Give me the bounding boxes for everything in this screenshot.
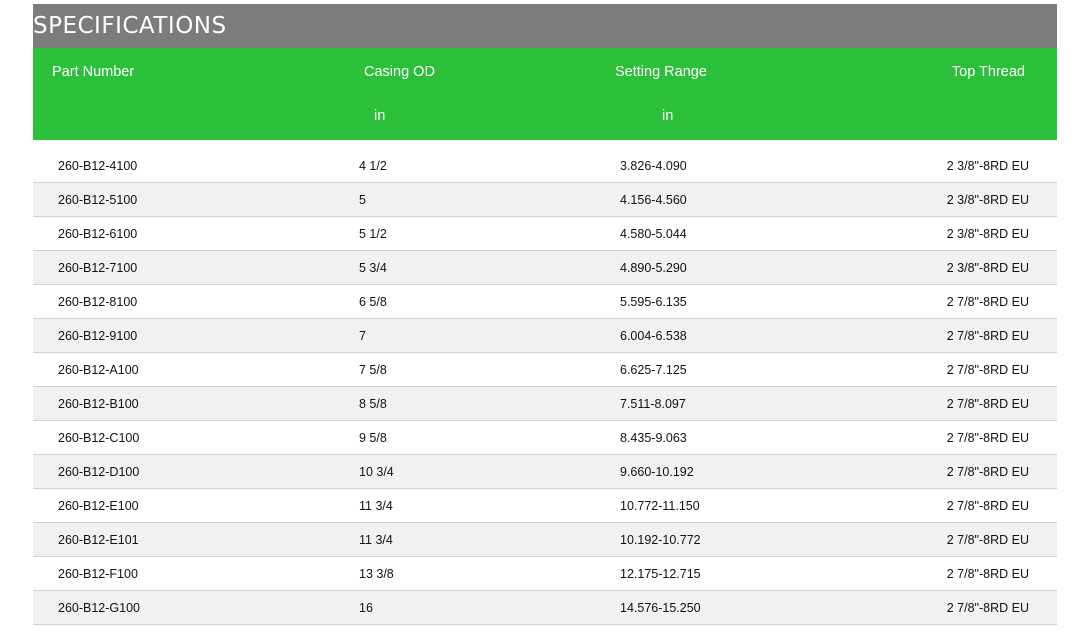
cell-setting-range: 9.660-10.192 (620, 464, 694, 479)
table-row: 260-B12-8100 6 5/8 5.595-6.135 2 7/8"-8R… (33, 285, 1057, 319)
cell-top-thread: 2 7/8"-8RD EU (946, 396, 1029, 411)
cell-part-number: 260-B12-E100 (58, 498, 139, 513)
cell-setting-range: 10.772-11.150 (620, 498, 700, 513)
unit-setting-range: in (662, 108, 674, 124)
table-row: 260-B12-E101 11 3/4 10.192-10.772 2 7/8"… (33, 523, 1057, 557)
cell-part-number: 260-B12-A100 (58, 362, 139, 377)
cell-part-number: 260-B12-7100 (58, 260, 138, 275)
table-units-row: in in (33, 96, 1057, 140)
cell-casing-od: 8 5/8 (359, 396, 387, 411)
table-row: 260-B12-E100 11 3/4 10.772-11.150 2 7/8"… (33, 489, 1057, 523)
table-row: 260-B12-5100 5 4.156-4.560 2 3/8"-8RD EU (33, 183, 1057, 217)
cell-casing-od: 5 (359, 192, 366, 207)
table-row: 260-B12-A100 7 5/8 6.625-7.125 2 7/8"-8R… (33, 353, 1057, 387)
cell-casing-od: 16 (359, 600, 373, 615)
cell-casing-od: 9 5/8 (359, 430, 387, 445)
cell-top-thread: 2 7/8"-8RD EU (946, 566, 1029, 581)
cell-part-number: 260-B12-B100 (58, 396, 139, 411)
cell-part-number: 260-B12-6100 (58, 226, 138, 241)
cell-setting-range: 12.175-12.715 (620, 566, 701, 581)
cell-top-thread: 2 7/8"-8RD EU (946, 464, 1029, 479)
cell-top-thread: 2 7/8"-8RD EU (946, 600, 1029, 615)
table-row: 260-B12-6100 5 1/2 4.580-5.044 2 3/8"-8R… (33, 217, 1057, 251)
section-title: SPECIFICATIONS (33, 13, 227, 39)
cell-casing-od: 7 5/8 (359, 362, 387, 377)
cell-top-thread: 2 7/8"-8RD EU (946, 362, 1029, 377)
header-part-number: Part Number (52, 64, 135, 80)
table-row: 260-B12-C100 9 5/8 8.435-9.063 2 7/8"-8R… (33, 421, 1057, 455)
cell-casing-od: 11 3/4 (359, 498, 393, 513)
cell-setting-range: 8.435-9.063 (620, 430, 687, 445)
cell-top-thread: 2 7/8"-8RD EU (946, 498, 1029, 513)
cell-part-number: 260-B12-G100 (58, 600, 141, 615)
cell-part-number: 260-B12-F100 (58, 566, 138, 581)
cell-casing-od: 10 3/4 (359, 464, 394, 479)
header-setting-range: Setting Range (615, 64, 707, 80)
cell-setting-range: 4.156-4.560 (620, 192, 687, 207)
table-row: 260-B12-B100 8 5/8 7.511-8.097 2 7/8"-8R… (33, 387, 1057, 421)
cell-casing-od: 11 3/4 (359, 532, 393, 547)
table-row: 260-B12-F100 13 3/8 12.175-12.715 2 7/8"… (33, 557, 1057, 591)
cell-setting-range: 6.625-7.125 (620, 362, 687, 377)
cell-setting-range: 4.580-5.044 (620, 226, 687, 241)
cell-casing-od: 7 (359, 328, 366, 343)
cell-part-number: 260-B12-E101 (58, 532, 139, 547)
cell-casing-od: 5 3/4 (359, 260, 387, 275)
cell-top-thread: 2 3/8"-8RD EU (946, 226, 1029, 241)
cell-setting-range: 3.826-4.090 (620, 158, 687, 173)
cell-top-thread: 2 7/8"-8RD EU (946, 430, 1029, 445)
cell-part-number: 260-B12-D100 (58, 464, 140, 479)
unit-casing-od: in (374, 108, 386, 124)
cell-setting-range: 7.511-8.097 (620, 396, 686, 411)
cell-part-number: 260-B12-9100 (58, 328, 138, 343)
table-row: 260-B12-4100 4 1/2 3.826-4.090 2 3/8"-8R… (33, 149, 1057, 183)
cell-top-thread: 2 7/8"-8RD EU (946, 328, 1029, 343)
table-row: 260-B12-9100 7 6.004-6.538 2 7/8"-8RD EU (33, 319, 1057, 353)
cell-part-number: 260-B12-8100 (58, 294, 138, 309)
cell-top-thread: 2 3/8"-8RD EU (946, 192, 1029, 207)
cell-setting-range: 5.595-6.135 (620, 294, 687, 309)
table-row: 260-B12-G100 16 14.576-15.250 2 7/8"-8RD… (33, 591, 1057, 625)
cell-setting-range: 4.890-5.290 (620, 260, 687, 275)
cell-top-thread: 2 3/8"-8RD EU (946, 158, 1029, 173)
cell-top-thread: 2 3/8"-8RD EU (946, 260, 1029, 275)
table-header-row: Part Number Casing OD Setting Range Top … (33, 48, 1057, 96)
cell-part-number: 260-B12-5100 (58, 192, 138, 207)
header-top-thread: Top Thread (951, 64, 1025, 80)
cell-setting-range: 14.576-15.250 (620, 600, 701, 615)
cell-top-thread: 2 7/8"-8RD EU (946, 294, 1029, 309)
specifications-section: SPECIFICATIONS Part Number Casing OD Set… (33, 4, 1057, 625)
table-row: 260-B12-7100 5 3/4 4.890-5.290 2 3/8"-8R… (33, 251, 1057, 285)
cell-part-number: 260-B12-C100 (58, 430, 140, 445)
header-casing-od: Casing OD (364, 64, 435, 80)
cell-setting-range: 6.004-6.538 (620, 328, 687, 343)
cell-casing-od: 13 3/8 (359, 566, 394, 581)
cell-top-thread: 2 7/8"-8RD EU (946, 532, 1029, 547)
section-title-bar: SPECIFICATIONS (33, 4, 1057, 48)
cell-part-number: 260-B12-4100 (58, 158, 138, 173)
table-row: 260-B12-D100 10 3/4 9.660-10.192 2 7/8"-… (33, 455, 1057, 489)
cell-casing-od: 5 1/2 (359, 226, 387, 241)
cell-casing-od: 6 5/8 (359, 294, 387, 309)
cell-setting-range: 10.192-10.772 (620, 532, 701, 547)
cell-casing-od: 4 1/2 (359, 158, 387, 173)
table-body: 260-B12-4100 4 1/2 3.826-4.090 2 3/8"-8R… (33, 149, 1057, 625)
